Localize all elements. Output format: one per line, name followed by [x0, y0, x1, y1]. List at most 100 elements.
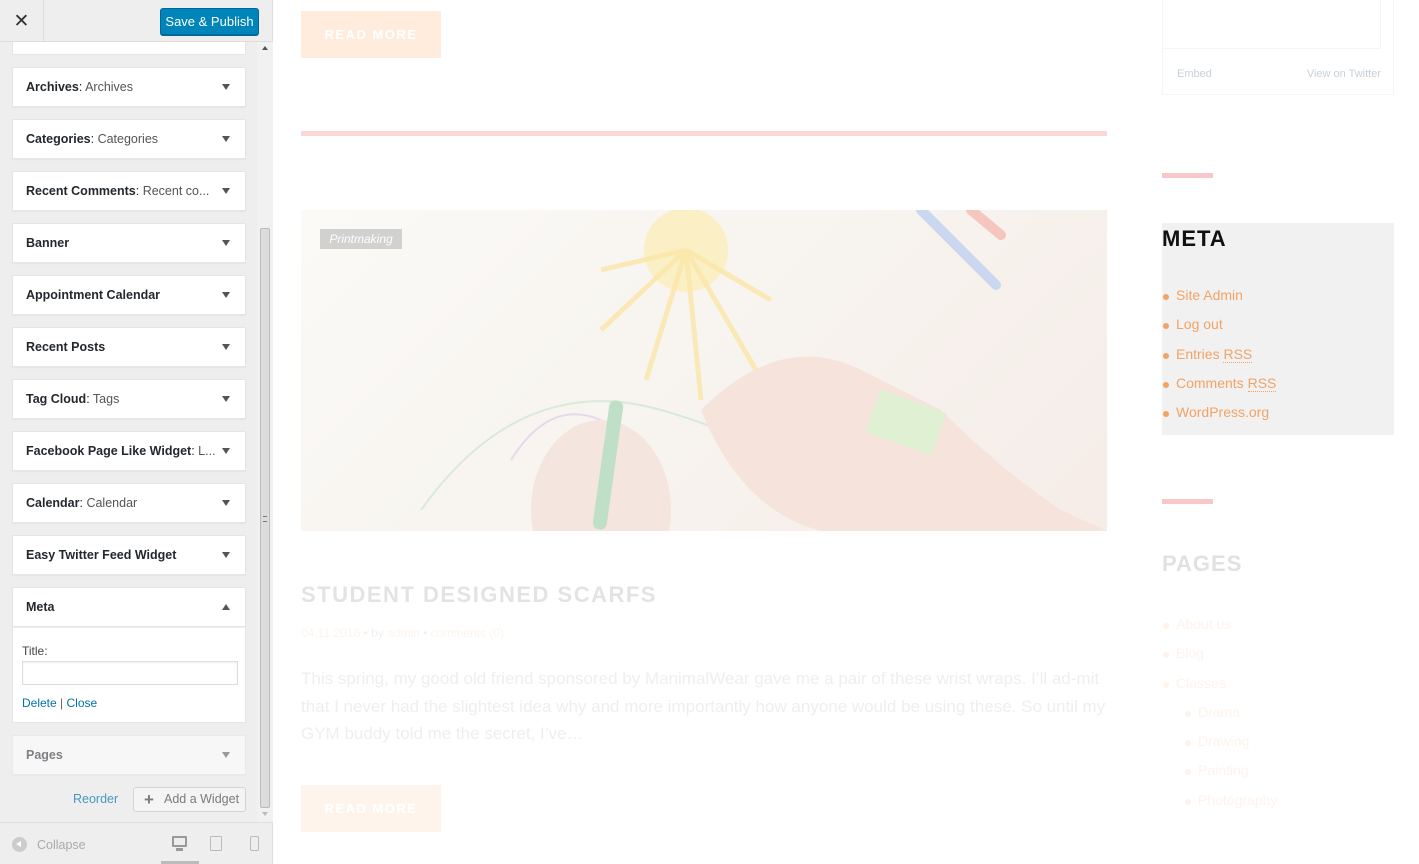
page-link[interactable]: Blog — [1162, 645, 1277, 674]
widget-easy-twitter-feed-widget[interactable]: Easy Twitter Feed Widget — [12, 535, 246, 575]
widget-pages[interactable]: Pages — [12, 735, 246, 775]
widget-name: Recent Comments — [26, 184, 136, 198]
widget-calendar[interactable]: Calendar: Calendar — [12, 483, 246, 523]
caret-down-icon[interactable] — [222, 552, 230, 558]
meta-widget-form: Title: Delete | Close — [12, 627, 246, 723]
caret-down-icon[interactable] — [222, 448, 230, 454]
customizer-footer: Collapse — [0, 822, 272, 864]
post-title[interactable]: STUDENT DESIGNED SCARFS — [301, 582, 657, 608]
meta-link-text: Entries — [1176, 345, 1224, 362]
collapse-button[interactable]: Collapse — [37, 838, 86, 852]
desktop-preview-icon[interactable] — [172, 836, 187, 851]
widget-name: Categories — [26, 132, 91, 146]
widget-name: Banner — [26, 236, 70, 250]
widget-actions: Delete | Close — [22, 696, 97, 710]
widget-partial[interactable] — [12, 42, 246, 55]
rss-abbr: RSS — [1247, 374, 1277, 392]
page-link[interactable]: Classes — [1162, 675, 1277, 704]
actions-separator: | — [60, 696, 64, 710]
widget-tag-cloud[interactable]: Tag Cloud: Tags — [12, 379, 246, 419]
widget-name: Facebook Page Like Widget — [26, 444, 192, 458]
page-link[interactable]: About us — [1162, 616, 1277, 645]
meta-links-list: Site Admin Log out Entries RSS Comments RSS… — [1162, 287, 1277, 433]
scroll-up-arrow-icon[interactable] — [262, 46, 268, 50]
post-by: by — [371, 626, 384, 640]
twitter-feed-content[interactable] — [1163, 0, 1381, 49]
scrollbar[interactable] — [257, 42, 273, 822]
caret-up-icon[interactable] — [222, 604, 230, 610]
meta-link-text: Comments — [1176, 374, 1248, 391]
widget-categories[interactable]: Categories: Categories — [12, 119, 246, 159]
add-widget-label: Add a Widget — [164, 792, 240, 806]
widget-appointment-calendar[interactable]: Appointment Calendar — [12, 275, 246, 315]
caret-down-icon[interactable] — [222, 752, 230, 758]
widget-banner[interactable]: Banner — [12, 223, 246, 263]
mobile-preview-icon[interactable] — [250, 836, 259, 851]
meta-link[interactable]: Log out — [1162, 316, 1276, 345]
page-link[interactable]: Painting — [1162, 762, 1277, 791]
save-publish-button[interactable]: Save & Publish — [160, 8, 259, 35]
read-more-button[interactable]: READ MORE — [301, 785, 441, 832]
post-excerpt: This spring, my good old friend sponsore… — [301, 669, 1106, 743]
meta-heading: META — [1162, 226, 1227, 251]
widget-title: Recent Posts — [26, 340, 105, 354]
page-link[interactable]: Photography — [1162, 792, 1277, 821]
widget-title: Easy Twitter Feed Widget — [26, 548, 176, 562]
post-featured-image[interactable] — [301, 210, 1107, 531]
widget-recent-comments[interactable]: Recent Comments: Recent co... — [12, 171, 246, 211]
meta-link[interactable]: Site Admin — [1162, 287, 1276, 316]
post-divider — [301, 131, 1107, 136]
caret-down-icon[interactable] — [222, 292, 230, 298]
widget-subtitle: Categories — [94, 132, 159, 146]
twitter-feed-widget: Embed View on Twitter — [1162, 0, 1394, 95]
post-author[interactable]: admin — [387, 626, 420, 640]
widget-list: Archives: Archives Categories: Categories… — [0, 42, 257, 822]
widget-meta[interactable]: Meta — [12, 587, 246, 627]
reorder-link[interactable]: Reorder — [73, 792, 118, 806]
read-more-button[interactable]: READ MORE — [301, 11, 441, 58]
twitter-view-link[interactable]: View on Twitter — [1307, 68, 1381, 80]
close-link[interactable]: Close — [67, 696, 98, 710]
meta-link[interactable]: Entries RSS — [1162, 345, 1276, 375]
widget-archives[interactable]: Archives: Archives — [12, 67, 246, 107]
widget-subtitle: Calendar — [82, 496, 138, 510]
pages-links-list: About us Blog Classes Drama Drawing Painting P… — [1162, 616, 1277, 821]
featured-image-illustration — [420, 210, 1107, 531]
close-button[interactable]: ✕ — [0, 0, 44, 42]
caret-down-icon[interactable] — [222, 500, 230, 506]
twitter-embed-link[interactable]: Embed — [1177, 68, 1212, 80]
caret-down-icon[interactable] — [222, 396, 230, 402]
page-link[interactable]: Drama — [1162, 704, 1277, 733]
caret-down-icon[interactable] — [222, 188, 230, 194]
add-widget-button[interactable]: + Add a Widget — [133, 787, 246, 812]
widget-name: Tag Cloud — [26, 392, 87, 406]
widget-title: Calendar: Calendar — [26, 496, 137, 510]
widget-subtitle: Tags — [89, 392, 120, 406]
post-date[interactable]: 04.11.2016 — [301, 626, 360, 640]
page-link[interactable]: Drawing — [1162, 733, 1277, 762]
category-tag[interactable]: Printmaking — [320, 229, 402, 249]
meta-link[interactable]: WordPress.org — [1162, 404, 1276, 433]
title-input[interactable] — [22, 661, 238, 685]
meta-dot: • — [423, 626, 431, 640]
widget-facebook-page-like-widget[interactable]: Facebook Page Like Widget: L... — [12, 431, 246, 471]
meta-link[interactable]: Comments RSS — [1162, 374, 1277, 404]
tablet-preview-icon[interactable] — [210, 836, 222, 851]
scroll-down-arrow-icon[interactable] — [262, 812, 268, 816]
caret-down-icon[interactable] — [222, 84, 230, 90]
caret-down-icon[interactable] — [222, 344, 230, 350]
widget-recent-posts[interactable]: Recent Posts — [12, 327, 246, 367]
caret-down-icon[interactable] — [222, 240, 230, 246]
widget-title: Facebook Page Like Widget: L... — [26, 444, 216, 458]
rss-abbr: RSS — [1223, 345, 1253, 363]
scroll-thumb[interactable] — [260, 228, 270, 808]
caret-down-icon[interactable] — [222, 136, 230, 142]
widget-name: Easy Twitter Feed Widget — [26, 548, 177, 562]
post-comments[interactable]: comments (0) — [431, 626, 504, 640]
widget-subtitle: Recent co... — [139, 184, 210, 198]
delete-link[interactable]: Delete — [22, 696, 57, 710]
collapse-icon[interactable] — [12, 837, 27, 852]
widget-title: Pages — [26, 748, 63, 762]
widget-title: Recent Comments: Recent co... — [26, 184, 209, 198]
title-label: Title: — [22, 644, 48, 658]
